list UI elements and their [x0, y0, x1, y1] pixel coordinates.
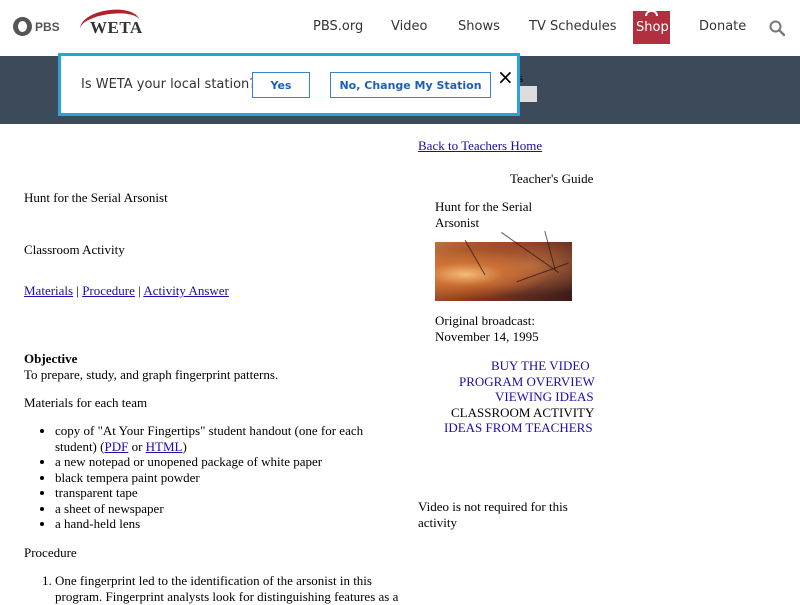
nav-donate[interactable]: Donate [699, 19, 746, 34]
objective-text: To prepare, study, and graph fingerprint… [24, 367, 279, 382]
video-note-line1: Video is not required for this [418, 499, 568, 514]
pdf-link[interactable]: PDF [104, 439, 128, 454]
materials-list: copy of "At Your Fingertips" student han… [38, 423, 363, 532]
html-link[interactable]: HTML [146, 439, 183, 454]
branch-line [516, 262, 569, 283]
episode-title-line2: Arsonist [435, 215, 480, 230]
page-title: Hunt for the Serial Arsonist [24, 190, 168, 205]
broadcast-label: Original broadcast: [435, 313, 535, 328]
viewing-ideas-link[interactable]: VIEWING IDEAS [495, 389, 594, 405]
list-item: a new notepad or unopened package of whi… [55, 454, 363, 470]
list-item: a sheet of newspaper [55, 501, 363, 517]
objective-heading: Objective [24, 351, 78, 366]
program-overview-link[interactable]: PROGRAM OVERVIEW [459, 374, 595, 390]
back-to-teachers-link[interactable]: Back to Teachers Home [418, 138, 542, 154]
popup-arrow [104, 40, 130, 53]
close-icon[interactable]: × [497, 67, 514, 87]
materials-heading: Materials for each team [24, 395, 148, 410]
activity-answer-link[interactable]: Activity Answer [143, 283, 229, 298]
search-icon[interactable] [769, 20, 785, 36]
handout-cont: student) ( [55, 438, 105, 454]
branch-line [464, 239, 486, 276]
nav-shows[interactable]: Shows [458, 19, 500, 34]
list-item: a hand-held lens [55, 516, 363, 532]
pbs-logo[interactable]: PBS [13, 17, 60, 36]
gift-bow-icon [645, 10, 658, 16]
procedure-link[interactable]: Procedure [82, 283, 135, 298]
nav-tv-schedules[interactable]: TV Schedules [529, 19, 616, 34]
materials-link[interactable]: Materials [24, 283, 73, 298]
shop-button[interactable]: Shop [633, 10, 670, 44]
weta-logo-text: WETA [90, 18, 143, 37]
episode-title-line1: Hunt for the Serial [435, 199, 533, 214]
classroom-activity-current: CLASSROOM ACTIVITY [451, 405, 595, 420]
tab-separator: | [76, 283, 79, 298]
list-item: transparent tape [55, 485, 363, 501]
popup-question: Is WETA your local station? [81, 77, 257, 92]
close-paren: ) [182, 438, 187, 454]
local-station-popup: Is WETA your local station? Yes No, Chan… [58, 53, 520, 116]
page-subtitle: Classroom Activity [24, 242, 125, 257]
nav-video[interactable]: Video [391, 19, 427, 34]
band-input[interactable] [519, 86, 537, 102]
pbs-head-icon [13, 17, 32, 36]
procedure-heading: Procedure [24, 545, 77, 560]
shop-label: Shop [636, 20, 669, 35]
section-tabs: Materials | Procedure | Activity Answer [24, 283, 229, 299]
list-item: black tempera paint powder [55, 470, 363, 486]
pbs-logo-text: PBS [35, 19, 60, 34]
buy-video-link[interactable]: BUY THE VIDEO [491, 358, 590, 374]
list-item: copy of "At Your Fingertips" student han… [55, 423, 363, 454]
ideas-from-teachers-link[interactable]: IDEAS FROM TEACHERS [444, 420, 593, 436]
procedure-list: One fingerprint led to the identificatio… [38, 573, 405, 605]
handout-line: copy of "At Your Fingertips" student han… [55, 423, 364, 438]
change-station-button[interactable]: No, Change My Station [330, 72, 491, 98]
or-text: or [128, 438, 146, 454]
teachers-guide-heading: Teacher's Guide [510, 171, 594, 186]
video-note-line2: activity [418, 515, 457, 530]
tab-separator: | [138, 283, 141, 298]
fire-thumbnail-image [435, 231, 572, 301]
broadcast-date: November 14, 1995 [435, 329, 539, 344]
nav-pbs-org[interactable]: PBS.org [313, 19, 363, 34]
weta-logo[interactable]: WETA [78, 5, 143, 45]
yes-button[interactable]: Yes [252, 72, 310, 98]
procedure-step: One fingerprint led to the identificatio… [55, 573, 405, 605]
